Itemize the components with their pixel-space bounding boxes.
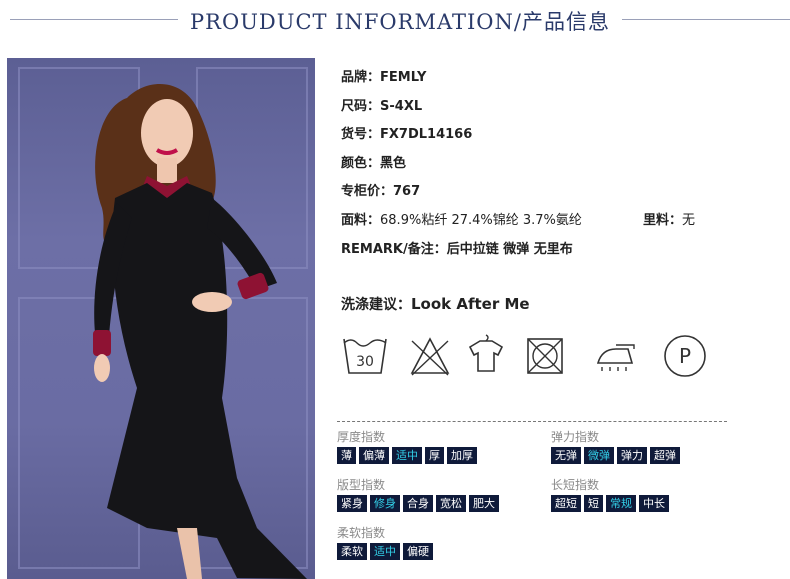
- lining-label: 里料：: [643, 213, 683, 228]
- hang-dry-icon: [464, 333, 508, 379]
- color-value: 黑色: [380, 156, 407, 171]
- price-label: 专柜价：: [341, 184, 394, 199]
- color-label: 颜色：: [341, 156, 381, 171]
- care-icons: 30 P: [341, 333, 741, 383]
- brand-row: 品牌：FEMLY: [341, 66, 426, 85]
- remark-value: 后中拉链 微弹 无里布: [446, 242, 573, 257]
- elasticity-option: 无弹: [551, 447, 581, 464]
- care-label: 洗涤建议：: [341, 297, 411, 313]
- price-row: 专柜价：767: [341, 180, 420, 199]
- elasticity-option: 弹力: [617, 447, 647, 464]
- length-index: 长短指数 超短短常规 中长: [551, 476, 669, 512]
- softness-option: 偏硬: [403, 543, 433, 560]
- iron-steam-icon: [594, 333, 638, 379]
- softness-options: 柔软 适中 偏硬: [337, 543, 436, 561]
- elasticity-title: 弹力指数: [551, 430, 600, 444]
- wash-30-icon: 30: [341, 333, 387, 379]
- thickness-options: 薄偏薄 适中厚加厚: [337, 447, 480, 465]
- fit-option: 紧身: [337, 495, 367, 512]
- fabric-label: 面料：: [341, 213, 381, 228]
- fabric-value: 68.9%粘纤 27.4%锦纶 3.7%氨纶: [380, 213, 582, 228]
- length-title: 长短指数: [551, 478, 600, 492]
- elasticity-options: 无弹 微弹 弹力 超弹: [551, 447, 683, 465]
- fabric-row: 面料：68.9%粘纤 27.4%锦纶 3.7%氨纶: [341, 209, 582, 228]
- care-row: 洗涤建议：Look After Me: [341, 294, 530, 314]
- dry-clean-letter: P: [679, 344, 691, 368]
- no-tumble-dry-icon: [523, 333, 567, 379]
- thickness-index: 厚度指数 薄偏薄 适中厚加厚: [337, 428, 477, 464]
- remark-label: REMARK/备注：: [341, 242, 447, 257]
- item-no-label: 货号：: [341, 127, 381, 142]
- header-divider-right: [622, 19, 790, 20]
- lining-row: 里料：无: [643, 209, 695, 228]
- fit-option: 合身: [403, 495, 433, 512]
- brand-label: 品牌：: [341, 70, 381, 85]
- size-row: 尺码：S-4XL: [341, 95, 422, 114]
- thickness-option: 适中: [392, 447, 422, 464]
- dry-clean-p-icon: P: [662, 333, 706, 379]
- remark-row: REMARK/备注：后中拉链 微弹 无里布: [341, 238, 573, 257]
- price-value: 767: [393, 184, 421, 199]
- softness-option: 柔软: [337, 543, 367, 560]
- length-option: 超短: [551, 495, 581, 512]
- fit-title: 版型指数: [337, 478, 386, 492]
- brand-value: FEMLY: [380, 70, 427, 85]
- length-option: 短: [584, 495, 603, 512]
- color-row: 颜色：黑色: [341, 152, 406, 171]
- item-no-value: FX7DL14166: [380, 127, 473, 142]
- softness-option: 适中: [370, 543, 400, 560]
- size-label: 尺码：: [341, 99, 381, 114]
- size-value: S-4XL: [380, 99, 423, 114]
- thickness-option: 薄: [337, 447, 356, 464]
- length-option: 常规: [606, 495, 636, 512]
- section-title: PROUDUCT INFORMATION/产品信息: [190, 10, 610, 34]
- fit-option: 肥大: [469, 495, 499, 512]
- elasticity-option: 微弹: [584, 447, 614, 464]
- fit-index: 版型指数 紧身 修身 合身 宽松 肥大: [337, 476, 499, 512]
- section-header: PROUDUCT INFORMATION/产品信息: [0, 0, 790, 40]
- header-divider-left: [10, 19, 178, 20]
- softness-index: 柔软指数 柔软 适中 偏硬: [337, 524, 433, 560]
- softness-title: 柔软指数: [337, 526, 386, 540]
- elasticity-option: 超弹: [650, 447, 680, 464]
- no-bleach-icon: [408, 333, 452, 379]
- product-photo: [7, 58, 315, 579]
- wash-temp-text: 30: [356, 354, 374, 370]
- lining-value: 无: [682, 213, 696, 228]
- thickness-option: 加厚: [447, 447, 477, 464]
- fit-options: 紧身 修身 合身 宽松 肥大: [337, 495, 502, 513]
- care-value: Look After Me: [411, 295, 530, 313]
- item-no-row: 货号：FX7DL14166: [341, 123, 472, 142]
- fit-option: 修身: [370, 495, 400, 512]
- section-divider: [337, 421, 727, 422]
- thickness-option: 厚: [425, 447, 444, 464]
- fit-option: 宽松: [436, 495, 466, 512]
- elasticity-index: 弹力指数 无弹 微弹 弹力 超弹: [551, 428, 680, 464]
- length-option: 中长: [639, 495, 669, 512]
- thickness-option: 偏薄: [359, 447, 389, 464]
- length-options: 超短短常规 中长: [551, 495, 672, 513]
- thickness-title: 厚度指数: [337, 430, 386, 444]
